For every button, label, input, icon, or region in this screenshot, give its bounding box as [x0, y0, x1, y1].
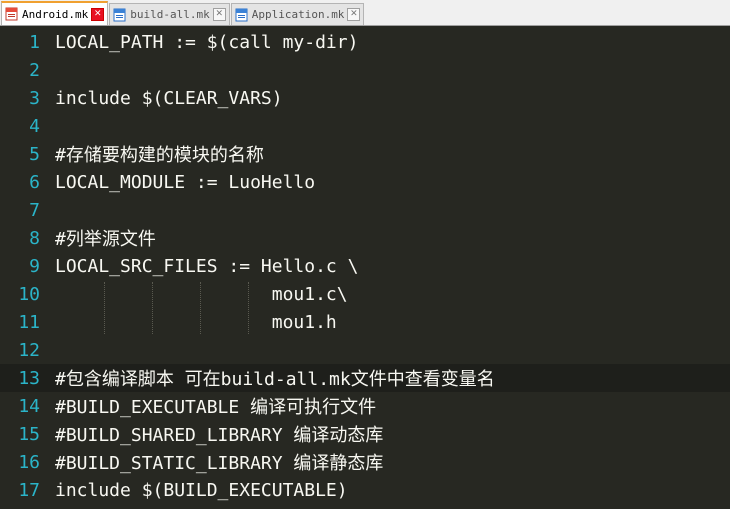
code-line[interactable]: 15 #BUILD_SHARED_LIBRARY 编译动态库 — [0, 420, 730, 448]
indent-guide — [248, 282, 249, 334]
code-text: include $(CLEAR_VARS) — [55, 87, 283, 109]
code-line[interactable]: 14 #BUILD_EXECUTABLE 编译可执行文件 — [0, 392, 730, 420]
line-number: 13 — [18, 367, 40, 389]
comment-text: #BUILD_SHARED_LIBRARY 编译动态库 — [55, 425, 384, 446]
line-number: 8 — [29, 227, 40, 249]
comment-text: #存储要构建的模块的名称 — [55, 145, 264, 166]
file-icon — [113, 8, 126, 22]
code-line[interactable]: 7 — [0, 196, 730, 224]
comment-text: #包含编译脚本 可在build-all.mk文件中查看变量名 — [55, 369, 495, 390]
code-line[interactable]: 2 — [0, 56, 730, 84]
code-line[interactable]: 10 mou1.c\ — [0, 280, 730, 308]
tab-android-mk[interactable]: Android.mk ✕ — [1, 1, 109, 25]
code-line[interactable]: 13 #包含编译脚本 可在build-all.mk文件中查看变量名 — [0, 364, 730, 392]
code-line[interactable]: 16 #BUILD_STATIC_LIBRARY 编译静态库 — [0, 448, 730, 476]
tab-label: build-all.mk — [130, 8, 210, 21]
line-number: 11 — [18, 311, 40, 333]
line-number: 4 — [29, 115, 40, 137]
line-number: 5 — [29, 143, 40, 165]
code-line[interactable]: 3 include $(CLEAR_VARS) — [0, 84, 730, 112]
line-number: 2 — [29, 59, 40, 81]
line-number: 6 — [29, 171, 40, 193]
line-number: 7 — [29, 199, 40, 221]
line-number: 1 — [29, 31, 40, 53]
tab-label: Android.mk — [22, 7, 89, 21]
code-text: mou1.c\ — [55, 283, 348, 305]
code-line[interactable]: 11 mou1.h — [0, 308, 730, 336]
line-number: 15 — [18, 423, 40, 445]
line-number: 3 — [29, 87, 40, 109]
comment-text: #BUILD_EXECUTABLE 编译可执行文件 — [55, 397, 377, 418]
tab-bar: Android.mk ✕ build-all.mk ✕ Application.… — [0, 0, 730, 26]
code-line[interactable]: 8 #列举源文件 — [0, 224, 730, 252]
comment-text: #列举源文件 — [55, 229, 156, 250]
code-text: LOCAL_MODULE := LuoHello — [55, 171, 316, 193]
code-text: mou1.h — [55, 311, 337, 333]
indent-guide — [104, 282, 105, 334]
code-line[interactable]: 9 LOCAL_SRC_FILES := Hello.c \ — [0, 252, 730, 280]
code-line[interactable]: 17 include $(BUILD_EXECUTABLE) — [0, 476, 730, 504]
code-line[interactable]: 6 LOCAL_MODULE := LuoHello — [0, 168, 730, 196]
tab-build-all-mk[interactable]: build-all.mk ✕ — [109, 3, 230, 25]
line-number: 16 — [18, 451, 40, 473]
indent-guide — [152, 282, 153, 334]
code-line[interactable]: 4 — [0, 112, 730, 140]
line-number: 12 — [18, 339, 40, 361]
line-number: 9 — [29, 255, 40, 277]
file-icon — [235, 8, 248, 22]
line-number: 10 — [18, 283, 40, 305]
code-editor[interactable]: 1 LOCAL_PATH := $(call my-dir) 2 3 include $… — [0, 28, 730, 509]
file-icon — [5, 7, 18, 21]
code-text: include $(BUILD_EXECUTABLE) — [55, 479, 348, 501]
code-line[interactable]: 12 — [0, 336, 730, 364]
code-text: LOCAL_PATH := $(call my-dir) — [55, 31, 359, 53]
tab-application-mk[interactable]: Application.mk ✕ — [230, 3, 365, 25]
code-line[interactable]: 5 #存储要构建的模块的名称 — [0, 140, 730, 168]
indent-guide — [200, 282, 201, 334]
close-icon[interactable]: ✕ — [212, 8, 226, 21]
code-text: LOCAL_SRC_FILES := Hello.c \ — [55, 255, 359, 277]
close-icon[interactable]: ✕ — [91, 7, 105, 21]
line-number: 17 — [18, 479, 40, 501]
line-number: 14 — [18, 395, 40, 417]
close-icon[interactable]: ✕ — [347, 8, 361, 21]
comment-text: #BUILD_STATIC_LIBRARY 编译静态库 — [55, 453, 384, 474]
code-line[interactable]: 1 LOCAL_PATH := $(call my-dir) — [0, 28, 730, 56]
tab-label: Application.mk — [251, 8, 345, 21]
